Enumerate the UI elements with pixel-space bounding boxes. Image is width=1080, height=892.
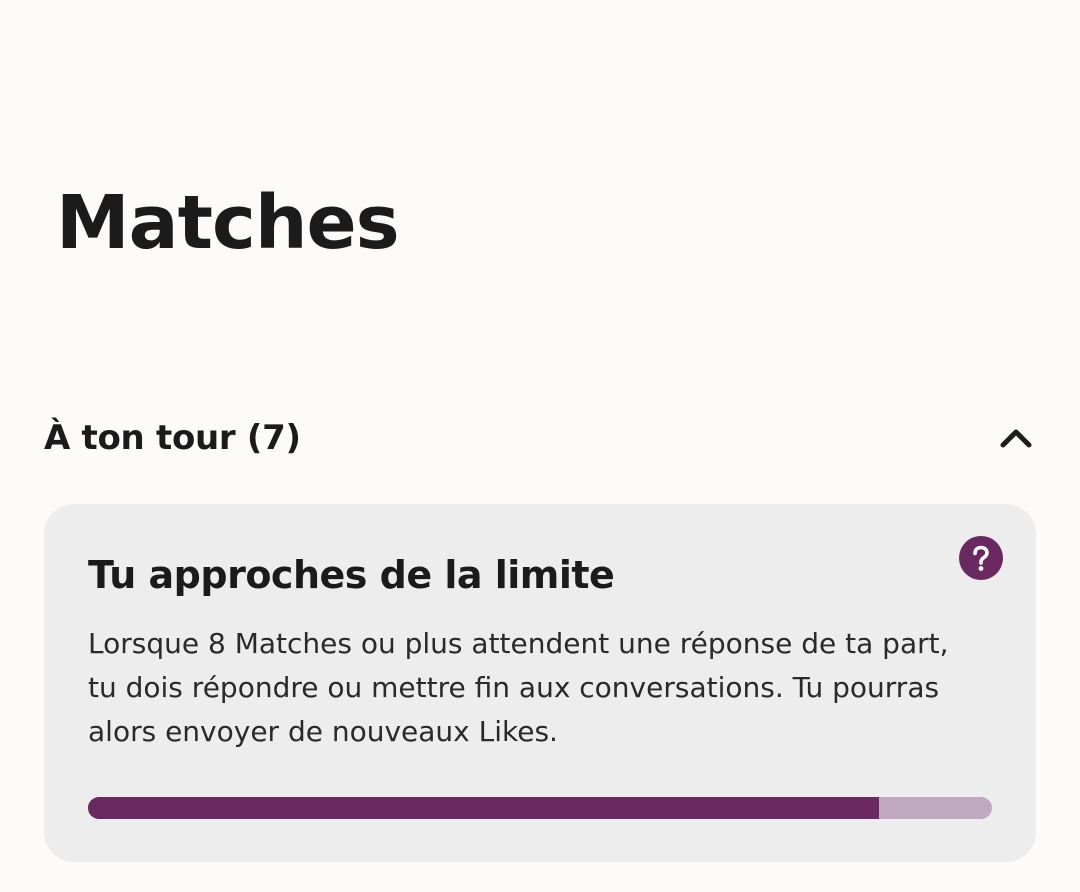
your-turn-section-toggle[interactable]: À ton tour (7) xyxy=(44,410,1036,466)
limit-warning-card: Tu approches de la limite Lorsque 8 Matc… xyxy=(44,504,1036,862)
progress-fill xyxy=(88,797,879,819)
section-title: À ton tour (7) xyxy=(44,418,301,458)
page-title: Matches xyxy=(56,180,400,266)
matches-limit-progress-bar xyxy=(88,797,992,819)
card-description: Lorsque 8 Matches ou plus attendent une … xyxy=(88,627,949,748)
matches-screen: Matches À ton tour (7) Tu approches de l… xyxy=(0,0,1080,892)
chevron-up-icon[interactable] xyxy=(994,416,1038,460)
question-mark-icon[interactable] xyxy=(959,536,1003,580)
card-title: Tu approches de la limite xyxy=(88,553,615,597)
